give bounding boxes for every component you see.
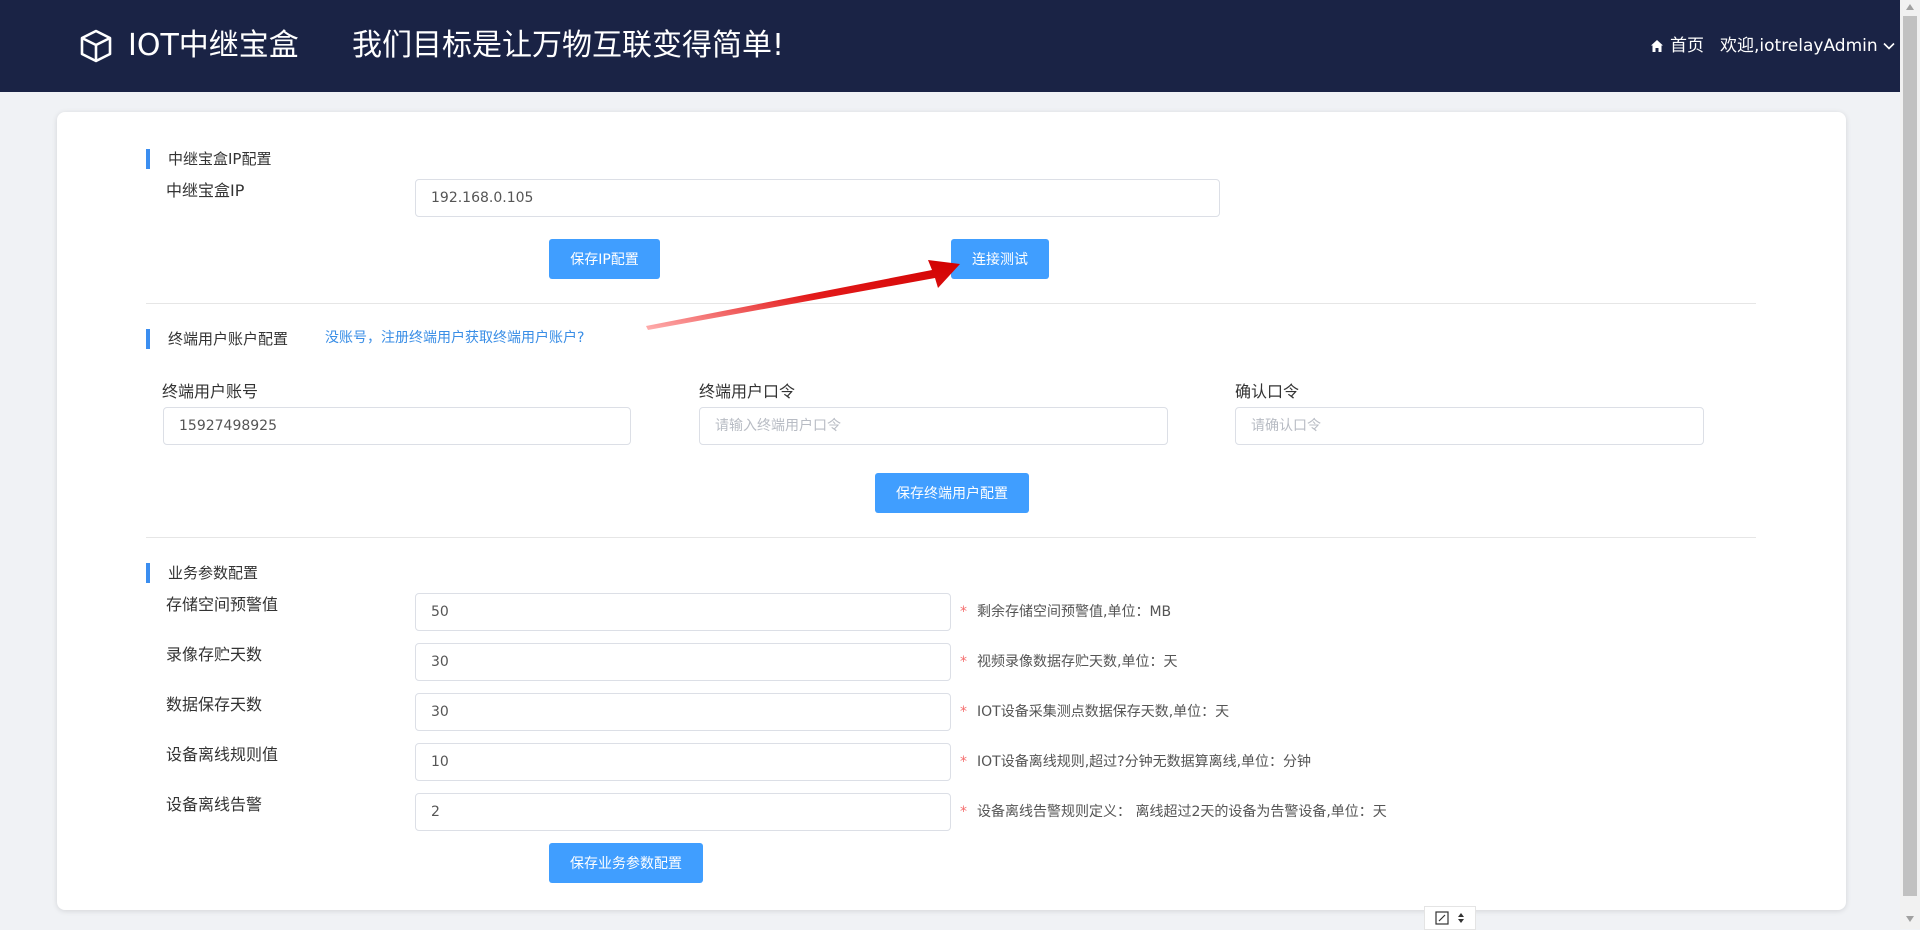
home-icon: [1651, 40, 1663, 52]
scroll-down-arrow-icon[interactable]: [1906, 916, 1914, 922]
param-hint: * 视频录像数据存贮天数,单位：天: [960, 654, 1178, 670]
data-days-input[interactable]: [415, 693, 951, 731]
param-label: 录像存贮天数: [166, 645, 263, 664]
required-mark: *: [960, 604, 967, 620]
param-label: 设备离线告警: [166, 795, 263, 814]
required-mark: *: [960, 654, 967, 670]
floating-toolbar[interactable]: [1424, 906, 1476, 930]
required-mark: *: [960, 704, 967, 720]
confirm-password-input[interactable]: [1235, 407, 1704, 445]
ip-input[interactable]: [415, 179, 1220, 217]
cube-logo-icon: [80, 29, 112, 63]
scroll-up-arrow-icon[interactable]: [1906, 4, 1914, 10]
annotation-arrow-icon: [646, 260, 960, 330]
account-label: 终端用户账号: [162, 382, 259, 401]
ip-label: 中继宝盒IP: [166, 181, 245, 200]
param-label: 存储空间预警值: [166, 595, 279, 614]
sort-arrows-icon[interactable]: [1457, 912, 1465, 924]
param-hint: * IOT设备采集测点数据保存天数,单位：天: [960, 704, 1230, 720]
storage-warning-input[interactable]: [415, 593, 951, 631]
param-label: 设备离线规则值: [166, 745, 279, 764]
confirm-password-label: 确认口令: [1235, 382, 1300, 401]
required-mark: *: [960, 804, 967, 820]
required-mark: *: [960, 754, 967, 770]
param-label: 数据保存天数: [166, 695, 263, 714]
slogan: 我们目标是让万物互联变得简单!: [352, 28, 785, 63]
param-hint: * 剩余存储空间预警值,单位：MB: [960, 604, 1172, 620]
chevron-down-icon: [1883, 42, 1895, 50]
param-hint: * IOT设备离线规则,超过?分钟无数据算离线,单位：分钟: [960, 754, 1312, 770]
password-input[interactable]: [699, 407, 1168, 445]
video-days-input[interactable]: [415, 643, 951, 681]
ip-section-title: 中继宝盒IP配置: [146, 149, 271, 169]
param-hint: * 设备离线告警规则定义： 离线超过2天的设备为告警设备,单位：天: [960, 804, 1387, 820]
brand-title: IOT中继宝盒: [128, 28, 299, 63]
edit-icon[interactable]: [1435, 911, 1449, 925]
top-header: IOT中继宝盒 我们目标是让万物互联变得简单! 首页 欢迎,iotrelayAd…: [0, 0, 1900, 92]
offline-alarm-input[interactable]: [415, 793, 951, 831]
scrollbar-thumb[interactable]: [1903, 16, 1917, 896]
nav-home-link[interactable]: 首页: [1650, 34, 1704, 58]
save-business-button[interactable]: 保存业务参数配置: [549, 843, 703, 883]
config-card: 中继宝盒IP配置 中继宝盒IP 保存IP配置 连接测试 终端用户账户配置 没账号…: [57, 112, 1846, 910]
save-account-button[interactable]: 保存终端用户配置: [875, 473, 1029, 513]
user-menu-dropdown[interactable]: 欢迎,iotrelayAdmin: [1720, 34, 1896, 58]
password-label: 终端用户口令: [699, 382, 796, 401]
user-menu-label: 欢迎,iotrelayAdmin: [1720, 36, 1878, 56]
account-input[interactable]: [163, 407, 631, 445]
account-section-title: 终端用户账户配置: [146, 329, 288, 349]
register-account-link[interactable]: 没账号，注册终端用户获取终端用户账户?: [325, 328, 584, 348]
business-section-title: 业务参数配置: [146, 563, 258, 583]
offline-rule-input[interactable]: [415, 743, 951, 781]
nav-home-label: 首页: [1670, 36, 1704, 56]
section-divider: [146, 537, 1756, 538]
